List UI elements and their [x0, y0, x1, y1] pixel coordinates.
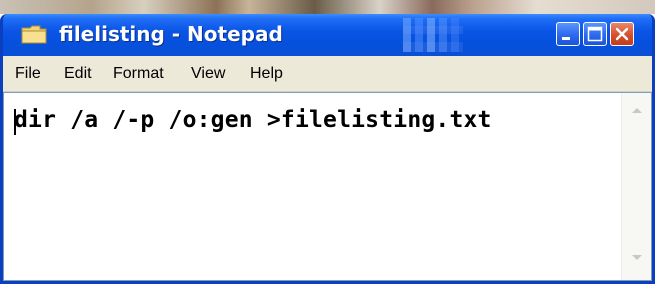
- desktop-background: [0, 0, 655, 14]
- window-title: filelisting - Notepad: [59, 22, 283, 46]
- scroll-down-arrow-icon: [632, 255, 642, 260]
- menu-format[interactable]: Format: [113, 65, 164, 83]
- close-button[interactable]: [610, 22, 634, 46]
- close-icon: [615, 27, 629, 41]
- scroll-up-arrow-icon: [632, 108, 642, 113]
- menu-file[interactable]: File: [15, 65, 41, 83]
- notepad-window: filelisting - Notepad File Edit Format V…: [0, 14, 655, 284]
- maximize-button[interactable]: [583, 22, 607, 46]
- menu-edit[interactable]: Edit: [64, 65, 92, 83]
- minimize-button[interactable]: [556, 22, 580, 46]
- minimize-icon: [562, 37, 570, 40]
- menu-view[interactable]: View: [191, 65, 225, 83]
- maximize-icon: [587, 26, 603, 42]
- notepad-folder-icon[interactable]: [21, 24, 47, 44]
- vertical-scrollbar[interactable]: [621, 93, 651, 280]
- scroll-up-button[interactable]: [628, 103, 646, 117]
- editor-content[interactable]: dir /a /-p /o:gen >filelisting.txt: [14, 107, 492, 133]
- title-bar[interactable]: filelisting - Notepad: [3, 14, 652, 56]
- scroll-down-button[interactable]: [628, 251, 646, 265]
- menu-bar: File Edit Format View Help: [3, 56, 652, 92]
- text-editor[interactable]: dir /a /-p /o:gen >filelisting.txt: [3, 92, 652, 281]
- title-bar-texture: [403, 18, 463, 52]
- menu-help[interactable]: Help: [250, 65, 283, 83]
